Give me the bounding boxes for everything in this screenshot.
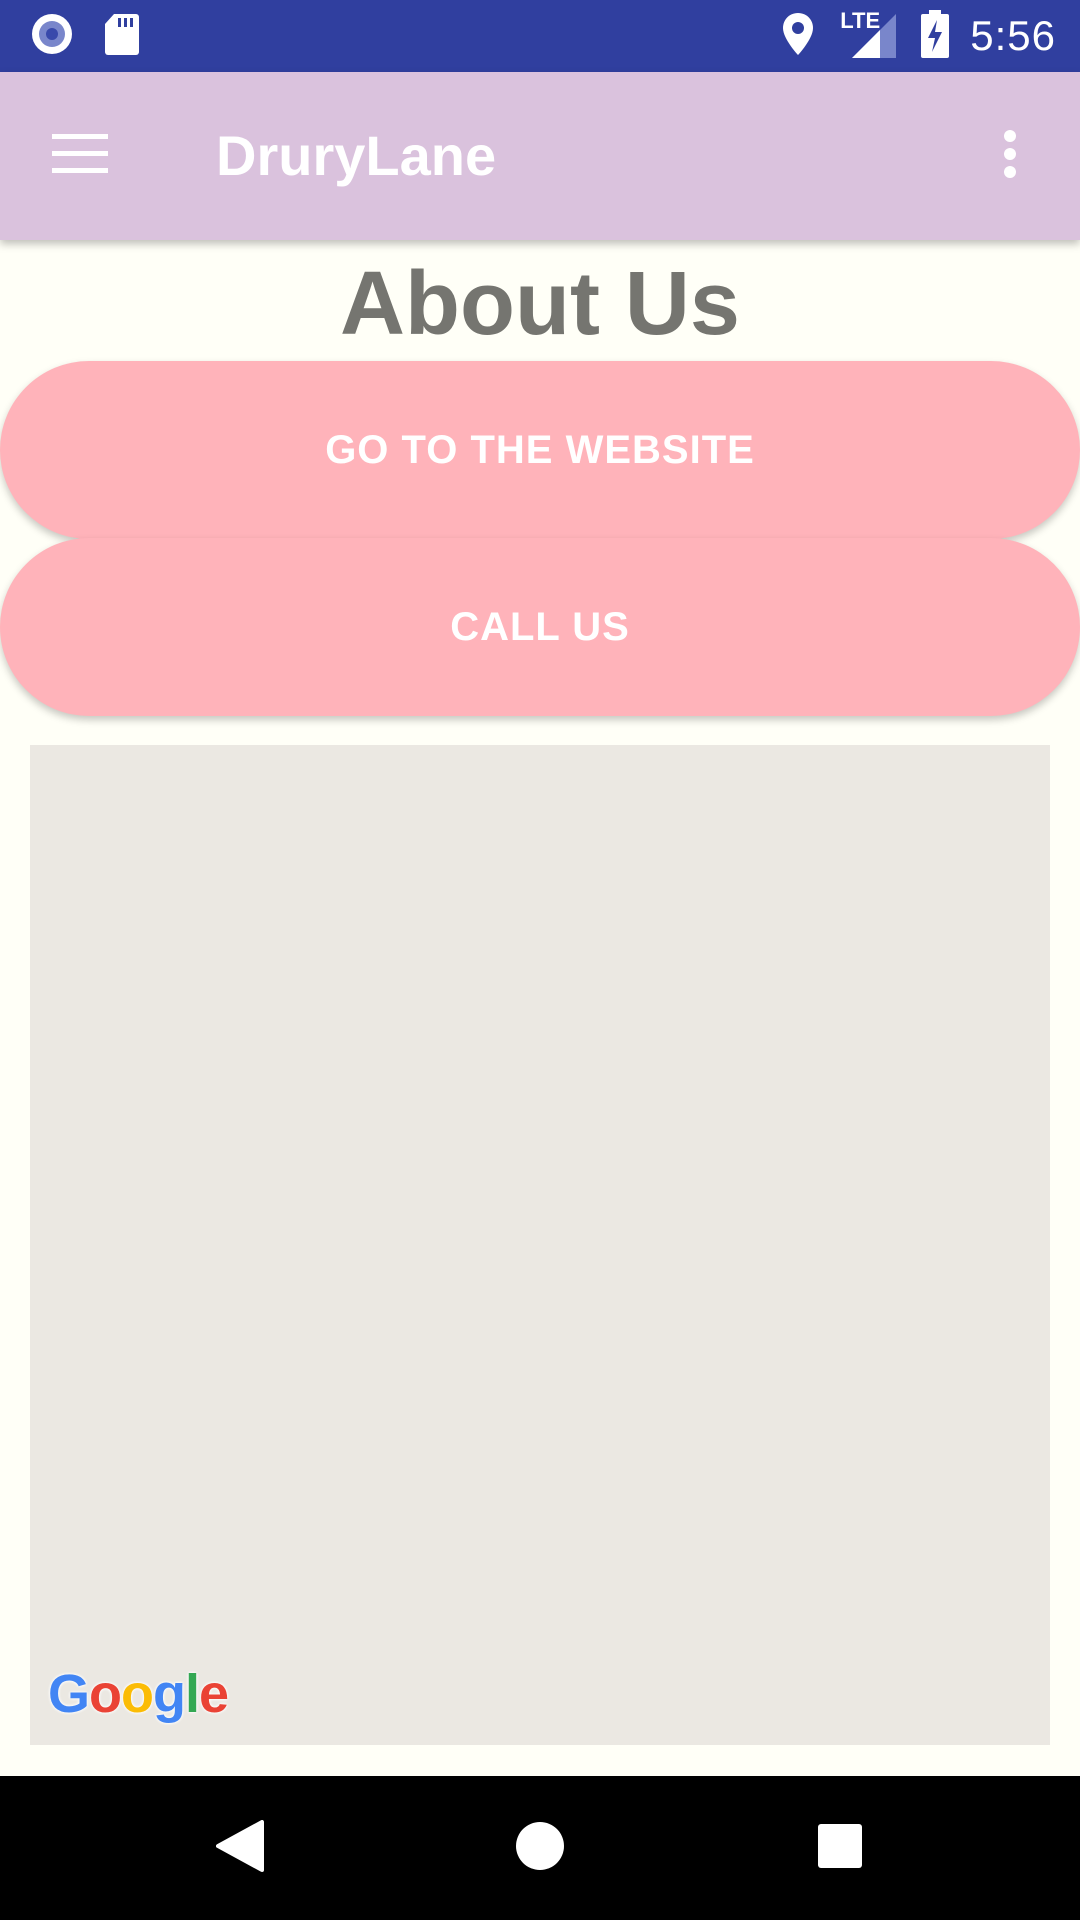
google-logo: Google (48, 1664, 229, 1724)
more-vert-icon (1002, 129, 1018, 184)
app-bar: DruryLane (0, 72, 1080, 240)
back-icon (216, 1819, 264, 1877)
overflow-menu-button[interactable] (970, 116, 1050, 196)
navigation-bar (0, 1776, 1080, 1920)
location-icon (782, 12, 814, 61)
home-button[interactable] (490, 1798, 590, 1898)
go-to-website-button[interactable]: GO TO THE WEBSITE (0, 361, 1080, 539)
status-time: 5:56 (970, 12, 1056, 59)
status-bar: LTE 5:56 (0, 0, 1080, 72)
status-left-icons (30, 12, 140, 60)
sd-card-icon (104, 12, 140, 61)
back-button[interactable] (190, 1798, 290, 1898)
page-title: About Us (340, 254, 740, 354)
menu-icon (52, 133, 108, 179)
recents-icon (817, 1823, 863, 1874)
signal-icon: LTE (840, 8, 897, 62)
app-title: DruryLane (216, 124, 497, 187)
status-right-icons: LTE 5:56 (782, 8, 1056, 63)
menu-button[interactable] (40, 116, 120, 196)
recents-button[interactable] (790, 1798, 890, 1898)
call-us-button[interactable]: CALL US (0, 538, 1080, 716)
record-icon (30, 12, 74, 61)
battery-charging-icon (920, 9, 950, 63)
home-icon (515, 1821, 565, 1876)
map-view[interactable]: Google (30, 745, 1050, 1745)
